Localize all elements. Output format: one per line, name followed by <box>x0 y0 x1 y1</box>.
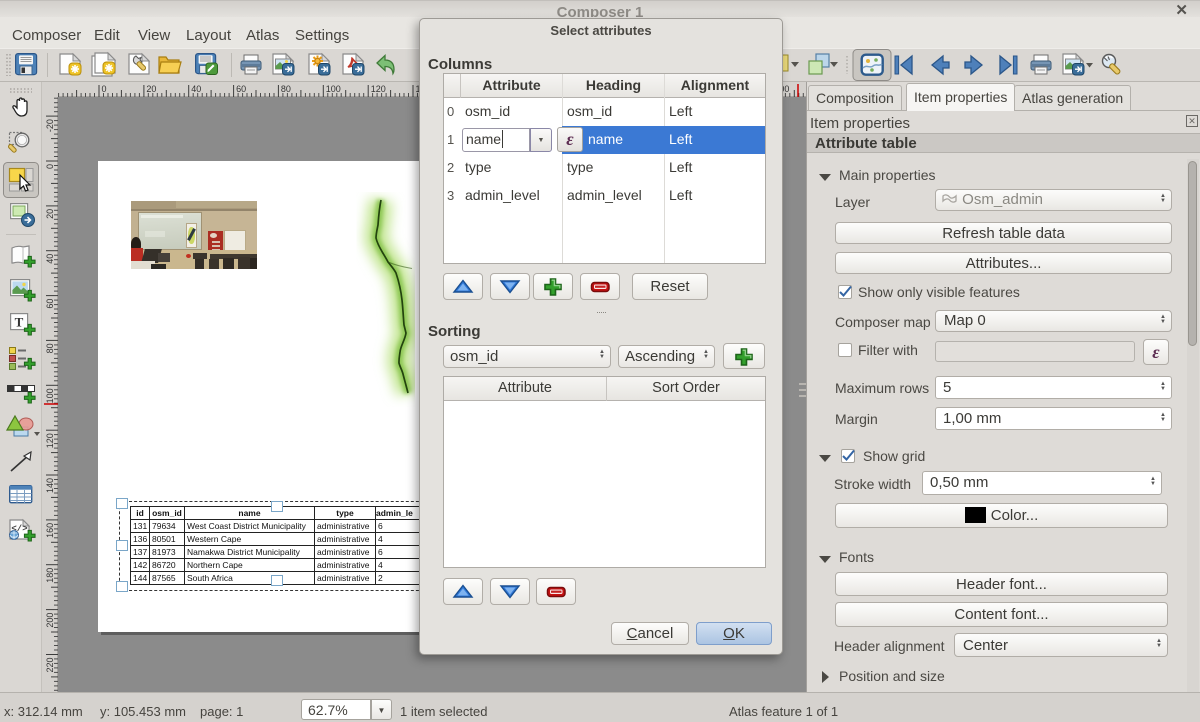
svg-text:120: 120 <box>371 84 386 94</box>
svg-text:100: 100 <box>45 388 55 403</box>
svg-text:20: 20 <box>146 84 156 94</box>
svg-text:220: 220 <box>45 658 55 673</box>
svg-text:120: 120 <box>45 433 55 448</box>
svg-text:80: 80 <box>281 84 291 94</box>
svg-text:160: 160 <box>45 523 55 538</box>
svg-text:40: 40 <box>191 84 201 94</box>
svg-text:40: 40 <box>45 254 55 264</box>
svg-text:180: 180 <box>45 568 55 583</box>
svg-text:60: 60 <box>45 299 55 309</box>
svg-text:0: 0 <box>45 164 55 169</box>
svg-text:60: 60 <box>236 84 246 94</box>
svg-text:80: 80 <box>45 343 55 353</box>
svg-text:140: 140 <box>45 478 55 493</box>
svg-text:-20: -20 <box>45 119 55 132</box>
svg-text:200: 200 <box>45 613 55 628</box>
svg-text:T: T <box>15 315 24 330</box>
svg-text:100: 100 <box>326 84 341 94</box>
svg-text:0: 0 <box>102 84 107 94</box>
svg-text:20: 20 <box>45 209 55 219</box>
